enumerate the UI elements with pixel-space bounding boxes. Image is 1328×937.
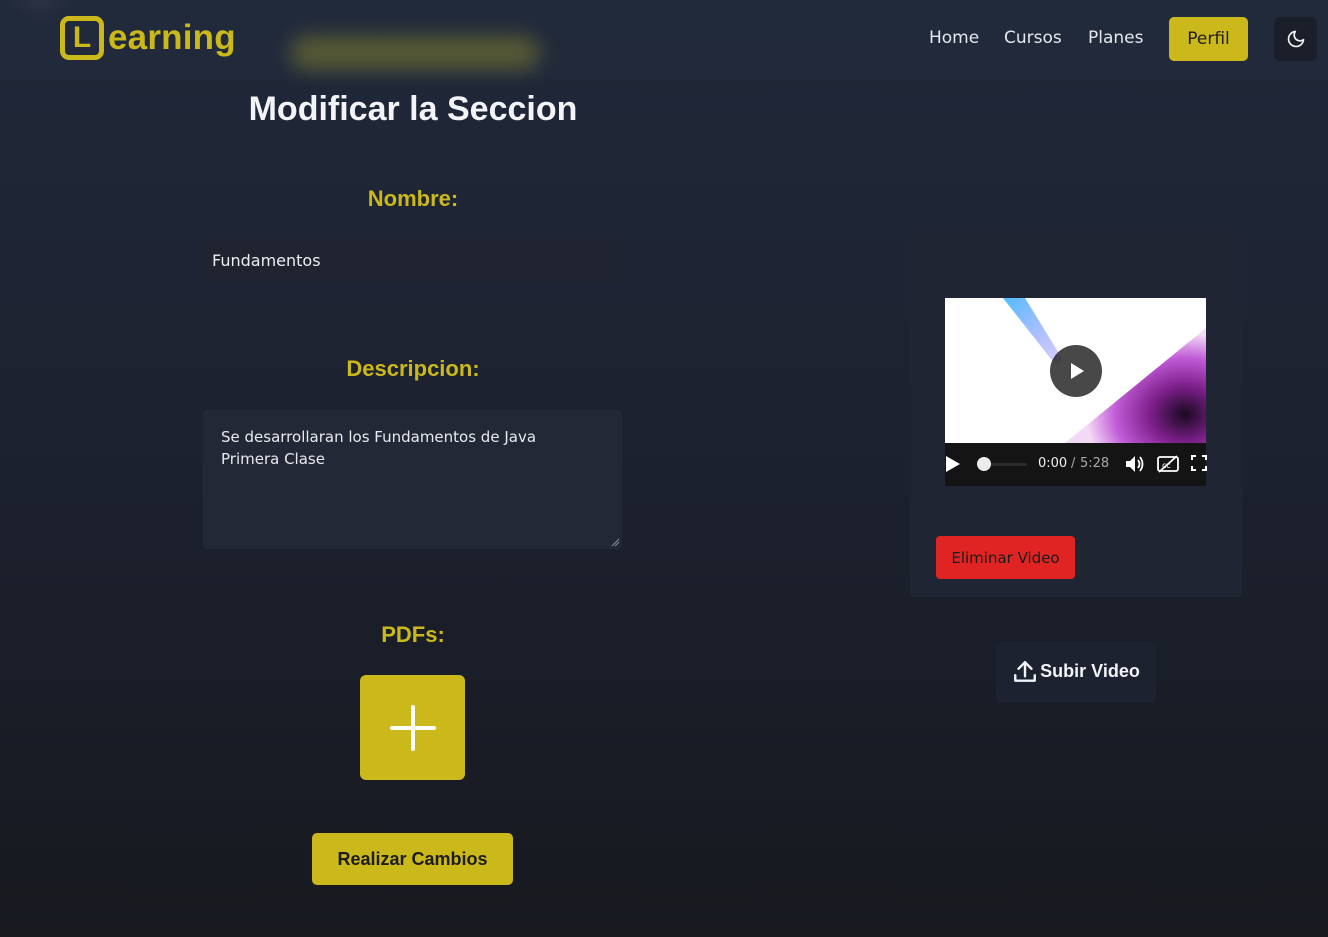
volume-icon[interactable] bbox=[1125, 455, 1145, 473]
time-separator: / bbox=[1071, 456, 1076, 471]
play-icon[interactable] bbox=[945, 455, 961, 473]
video-thumbnail[interactable] bbox=[945, 298, 1206, 443]
nombre-input[interactable]: Fundamentos bbox=[202, 238, 622, 283]
play-overlay-button[interactable] bbox=[1050, 345, 1102, 397]
play-icon bbox=[1071, 363, 1084, 379]
descripcion-textarea[interactable]: Se desarrollaran los Fundamentos de Java… bbox=[203, 410, 622, 549]
current-time: 0:00 bbox=[1038, 456, 1068, 471]
resize-handle-icon[interactable] bbox=[611, 538, 620, 547]
seek-handle[interactable] bbox=[977, 457, 991, 471]
nombre-label: Nombre: bbox=[367, 186, 459, 211]
perfil-button[interactable]: Perfil bbox=[1169, 17, 1248, 61]
video-controls: 0:00 / 5:28 cc bbox=[945, 443, 1207, 486]
eliminar-video-button[interactable]: Eliminar Video bbox=[936, 536, 1075, 579]
total-time: 5:28 bbox=[1080, 456, 1110, 471]
nav-cursos-link[interactable]: Cursos bbox=[1004, 28, 1062, 48]
moon-icon bbox=[1287, 30, 1304, 48]
nav-links: Home Cursos Planes Perfil bbox=[0, 0, 1328, 79]
descripcion-label: Descripcion: bbox=[346, 356, 480, 381]
navbar: L earning Home Cursos Planes Perfil bbox=[0, 0, 1328, 79]
nav-home-link[interactable]: Home bbox=[929, 28, 979, 48]
fullscreen-icon[interactable] bbox=[1191, 455, 1207, 471]
theme-toggle-button[interactable] bbox=[1274, 17, 1317, 61]
captions-off-icon[interactable]: cc bbox=[1157, 455, 1179, 473]
add-pdf-button[interactable] bbox=[360, 675, 465, 780]
realizar-cambios-button[interactable]: Realizar Cambios bbox=[312, 833, 513, 885]
page-title: Modificar la Seccion bbox=[248, 90, 578, 128]
video-player[interactable]: 0:00 / 5:28 cc bbox=[945, 298, 1207, 486]
subir-video-button[interactable]: Subir Video bbox=[996, 641, 1156, 702]
upload-icon bbox=[1014, 660, 1037, 682]
nav-planes-link[interactable]: Planes bbox=[1088, 28, 1143, 48]
subir-video-label: Subir Video bbox=[1040, 661, 1140, 681]
pdfs-label: PDFs: bbox=[381, 622, 445, 647]
plus-icon bbox=[389, 704, 436, 751]
video-card: 0:00 / 5:28 cc Eliminar Video bbox=[910, 226, 1242, 597]
